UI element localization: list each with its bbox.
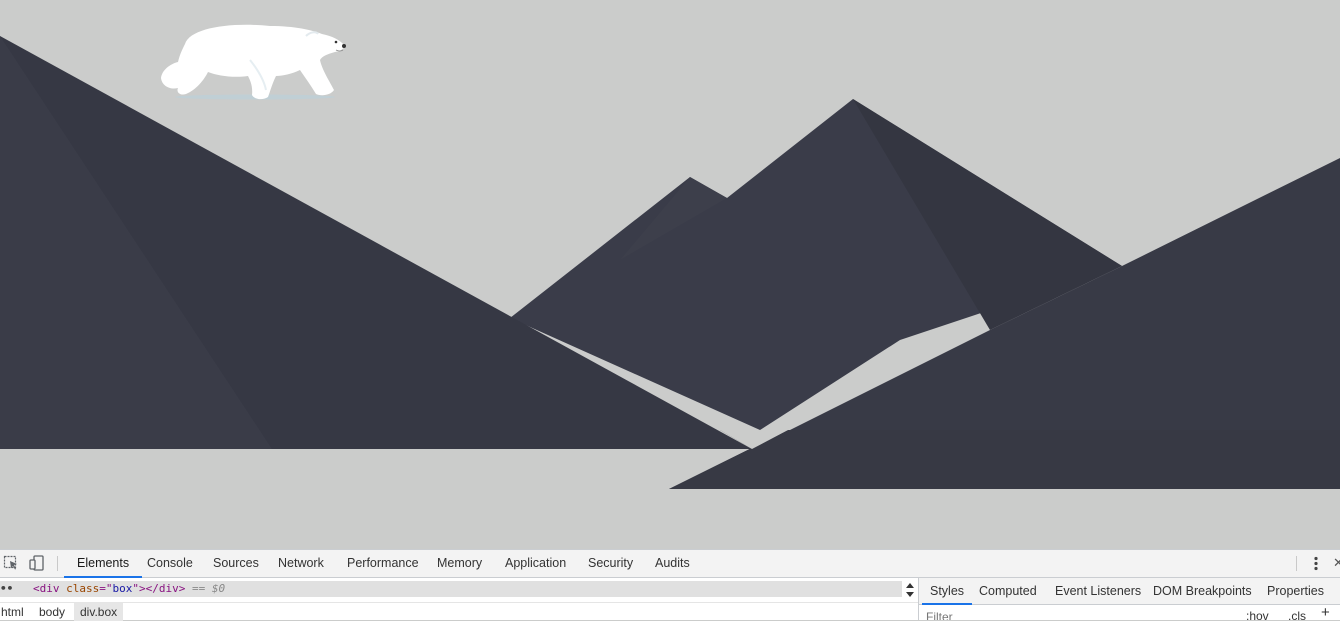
dom-attr-name: class [66,582,100,595]
cls-button[interactable]: .cls [1288,609,1306,620]
breadcrumb-div-box[interactable]: div.box [74,603,124,621]
more-vertical-icon[interactable] [1309,555,1323,572]
tab-security[interactable]: Security [586,550,635,577]
tab-performance[interactable]: Performance [345,550,421,577]
tab-console[interactable]: Console [145,550,195,577]
styles-filter-input[interactable] [922,607,1240,620]
mountain-scene [0,24,1340,489]
tab-dom-breakpoints[interactable]: DOM Breakpoints [1153,578,1252,604]
dom-close-tag: </div> [145,582,186,595]
breadcrumb-body[interactable]: body [33,603,71,621]
styles-filter-row: :hov .cls + [919,605,1340,620]
tab-network[interactable]: Network [276,550,326,577]
tab-application[interactable]: Application [503,550,568,577]
close-icon[interactable]: ✕ [1333,554,1340,572]
tab-elements[interactable]: Elements [63,550,143,578]
tab-styles[interactable]: Styles [921,578,973,605]
tab-computed[interactable]: Computed [979,578,1037,604]
tab-memory[interactable]: Memory [435,550,484,577]
styles-pane: Styles Computed Event Listeners DOM Brea… [919,578,1340,620]
tab-sources[interactable]: Sources [211,550,261,577]
dom-tree-selected-node[interactable]: •• <div class="box"></div> == $0 [0,581,902,597]
polar-bear-icon [161,24,346,100]
add-rule-button[interactable]: + [1321,605,1330,620]
tab-event-listeners[interactable]: Event Listeners [1055,578,1141,604]
dom-attr-eq: =" [99,582,113,595]
breadcrumb: html body div.box [0,602,918,621]
device-toggle-icon[interactable] [28,554,46,572]
toolbar-divider [57,556,58,571]
dom-attr-close: "> [132,582,146,595]
breadcrumb-html[interactable]: html [0,603,30,621]
devtools-panel: Elements Console Sources Network Perform… [0,549,1340,621]
scroll-arrows-icon[interactable] [904,580,916,600]
dom-ellipsis[interactable]: •• [0,581,13,597]
devtools-tabbar: Elements Console Sources Network Perform… [0,550,1340,578]
tab-audits[interactable]: Audits [653,550,692,577]
dom-selected-marker: == $0 [192,582,226,595]
hov-button[interactable]: :hov [1246,609,1269,620]
toolbar-divider-right [1296,556,1297,571]
tab-properties[interactable]: Properties [1267,578,1324,604]
dom-attr-value: box [112,582,133,595]
elements-panel: •• <div class="box"></div> == $0 html bo… [0,578,918,621]
inspect-element-icon[interactable] [2,554,20,572]
styles-tabbar: Styles Computed Event Listeners DOM Brea… [919,578,1340,605]
dom-open-tag: <div [33,582,60,595]
